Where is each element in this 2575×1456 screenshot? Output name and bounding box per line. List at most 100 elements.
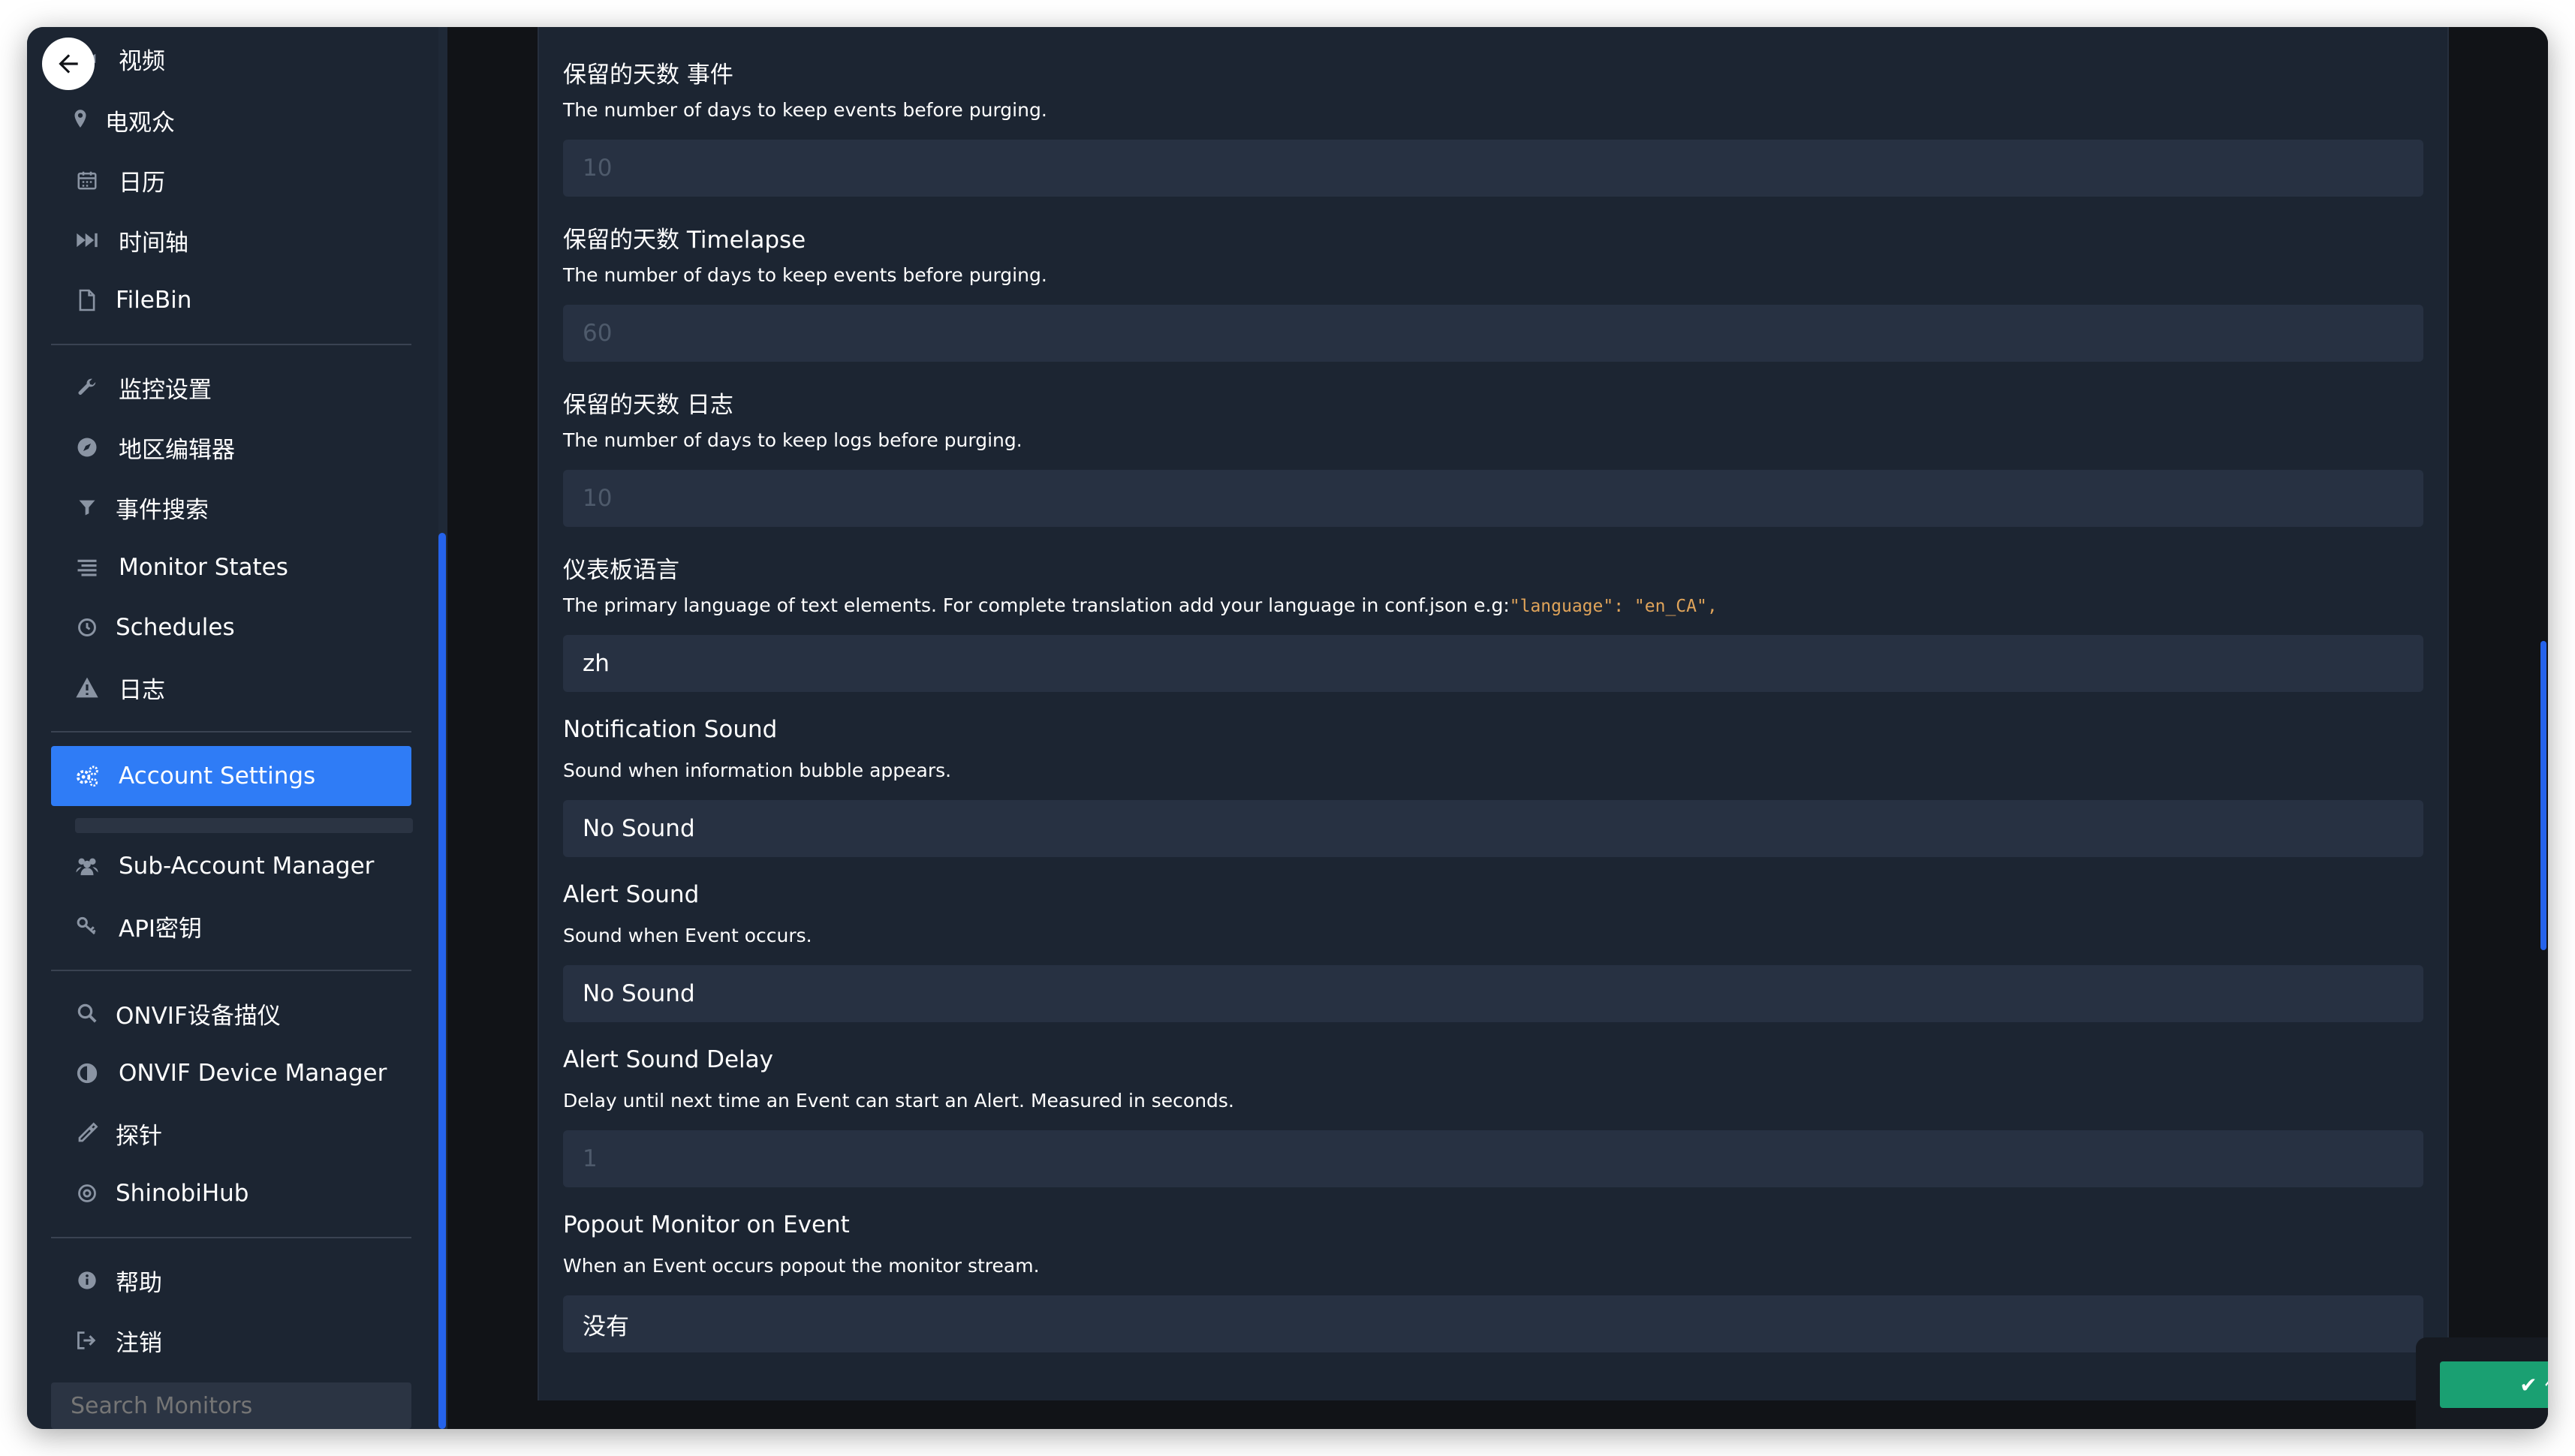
notification-sound-select[interactable]: No Sound: [563, 800, 2423, 857]
back-button[interactable]: [42, 38, 95, 90]
sidebar-item-account-settings[interactable]: Account Settings: [51, 746, 411, 806]
settings-panel: 保留的天数 事件 The number of days to keep even…: [538, 27, 2449, 1400]
arrow-left-icon: [59, 54, 78, 74]
circle-icon: [72, 1058, 102, 1088]
field-title: Alert Sound: [563, 881, 700, 908]
sidebar-item-label: Account Settings: [119, 763, 316, 790]
sidebar-item-filebin[interactable]: FileBin: [51, 270, 411, 330]
save-bar: ✔ 保存: [2416, 1337, 2548, 1429]
sidebar-item-timeline[interactable]: 时间轴: [51, 210, 411, 270]
field-title: 保留的天数 Timelapse: [563, 227, 806, 254]
field-description: The number of days to keep events before…: [563, 99, 1047, 121]
sidebar-divider: [51, 731, 411, 733]
calendar-icon: [72, 165, 102, 195]
field-title: 保留的天数 日志: [563, 392, 733, 419]
sidebar-item-label: ONVIF Device Manager: [119, 1060, 387, 1087]
sidebar-item-label: 日志: [119, 676, 165, 704]
code-snippet: "language": "en_CA",: [1509, 597, 1718, 616]
gears-icon: [72, 761, 102, 791]
warning-icon: [72, 672, 102, 702]
sidebar-item-label: API密钥: [119, 915, 203, 943]
alert-sound-select[interactable]: No Sound: [563, 965, 2423, 1022]
sidebar-divider: [51, 1237, 411, 1238]
info-icon: [72, 1265, 102, 1295]
sidebar-item-shinobihub[interactable]: ShinobiHub: [51, 1163, 411, 1223]
key-icon: [72, 911, 102, 941]
search-icon: [72, 998, 102, 1028]
field-description: The number of days to keep events before…: [563, 264, 1047, 286]
check-icon: ✔: [2519, 1372, 2537, 1397]
sidebar-item-sub-account-manager[interactable]: Sub-Account Manager: [51, 836, 411, 896]
save-button-label: 保存: [2545, 1370, 2548, 1400]
sidebar-item-label: 时间轴: [119, 229, 188, 257]
sidebar-item-label: 注销: [116, 1329, 162, 1357]
sidebar-item-api-keys[interactable]: API密钥: [51, 896, 411, 956]
field-title: Alert Sound Delay: [563, 1046, 774, 1073]
search-monitors-input[interactable]: [51, 1382, 411, 1429]
field-description: Sound when information bubble appears.: [563, 760, 952, 781]
save-button[interactable]: ✔ 保存: [2440, 1361, 2548, 1408]
sidebar-item-onvif-device-manager[interactable]: ONVIF Device Manager: [51, 1043, 411, 1103]
sidebar: 视频 电观众 日历 时间轴 FileBin 监控设置 地区编辑器 事件搜索 Mo…: [27, 27, 447, 1429]
sidebar-item-monitor-states[interactable]: Monitor States: [51, 537, 411, 597]
days-logs-input[interactable]: 10: [563, 470, 2423, 527]
map-pin-icon: [69, 105, 92, 135]
eyedropper-icon: [72, 1118, 102, 1148]
sidebar-item-label: ShinobiHub: [116, 1180, 249, 1207]
sidebar-item-schedules[interactable]: Schedules: [51, 597, 411, 657]
field-description: The primary language of text elements. F…: [563, 594, 1718, 616]
sidebar-item-label: 日历: [119, 169, 165, 197]
wrench-icon: [72, 372, 102, 402]
field-title: Popout Monitor on Event: [563, 1211, 850, 1238]
sidebar-item-label: 监控设置: [119, 376, 212, 404]
sidebar-item-label: FileBin: [116, 287, 192, 314]
main-content: 保留的天数 事件 The number of days to keep even…: [447, 27, 2548, 1429]
sidebar-item-logout[interactable]: 注销: [51, 1310, 411, 1370]
fast-forward-icon: [72, 225, 102, 255]
sidebar-item-label: 地区编辑器: [119, 436, 235, 464]
sidebar-item-probe[interactable]: 探针: [51, 1103, 411, 1163]
app-window: 视频 电观众 日历 时间轴 FileBin 监控设置 地区编辑器 事件搜索 Mo…: [27, 27, 2548, 1429]
sidebar-divider: [51, 970, 411, 971]
popout-monitor-select[interactable]: 没有: [563, 1295, 2423, 1352]
sidebar-item-label: Schedules: [116, 614, 235, 641]
days-timelapse-input[interactable]: 60: [563, 305, 2423, 362]
sidebar-item-label: 帮助: [116, 1269, 162, 1297]
alert-sound-delay-input[interactable]: 1: [563, 1130, 2423, 1187]
hub-icon: [72, 1178, 102, 1208]
sidebar-item-label: 视频: [119, 47, 165, 75]
dashboard-language-select[interactable]: zh: [563, 635, 2423, 692]
sidebar-item-label: Monitor States: [119, 554, 288, 581]
sidebar-item-help[interactable]: 帮助: [51, 1250, 411, 1310]
sidebar-item-label: 探针: [116, 1122, 162, 1150]
filter-icon: [72, 492, 102, 522]
sidebar-item-event-search[interactable]: 事件搜索: [51, 477, 411, 537]
users-icon: [72, 851, 102, 881]
clock-icon: [72, 612, 102, 642]
list-icon: [72, 552, 102, 582]
days-events-input[interactable]: 10: [563, 140, 2423, 197]
main-scrollbar[interactable]: [2540, 641, 2546, 950]
field-title: Notification Sound: [563, 716, 778, 743]
sign-out-icon: [72, 1325, 102, 1355]
file-icon: [72, 285, 102, 315]
sidebar-item-region-editor[interactable]: 地区编辑器: [51, 417, 411, 477]
sidebar-item-logs[interactable]: 日志: [51, 657, 411, 717]
sidebar-item-monitor-settings[interactable]: 监控设置: [51, 357, 411, 417]
field-description-text: The primary language of text elements. F…: [563, 594, 1510, 616]
compass-icon: [72, 432, 102, 462]
sidebar-item-label: ONVIF设备描仪: [116, 1002, 281, 1030]
sidebar-item-label: 事件搜索: [116, 496, 209, 524]
field-description: Sound when Event occurs.: [563, 925, 812, 946]
sidebar-scrollbar[interactable]: [438, 533, 446, 1429]
progress-bar: [75, 818, 413, 833]
sidebar-item-viewer[interactable]: 电观众: [51, 90, 411, 150]
sidebar-item-calendar[interactable]: 日历: [51, 150, 411, 210]
field-description: The number of days to keep logs before p…: [563, 429, 1022, 451]
field-title: 仪表板语言: [563, 557, 679, 584]
field-title: 保留的天数 事件: [563, 62, 733, 89]
field-description: When an Event occurs popout the monitor …: [563, 1255, 1040, 1277]
sidebar-divider: [51, 344, 411, 345]
sidebar-item-onvif-scanner[interactable]: ONVIF设备描仪: [51, 983, 411, 1043]
sidebar-item-video[interactable]: 视频: [51, 29, 411, 89]
